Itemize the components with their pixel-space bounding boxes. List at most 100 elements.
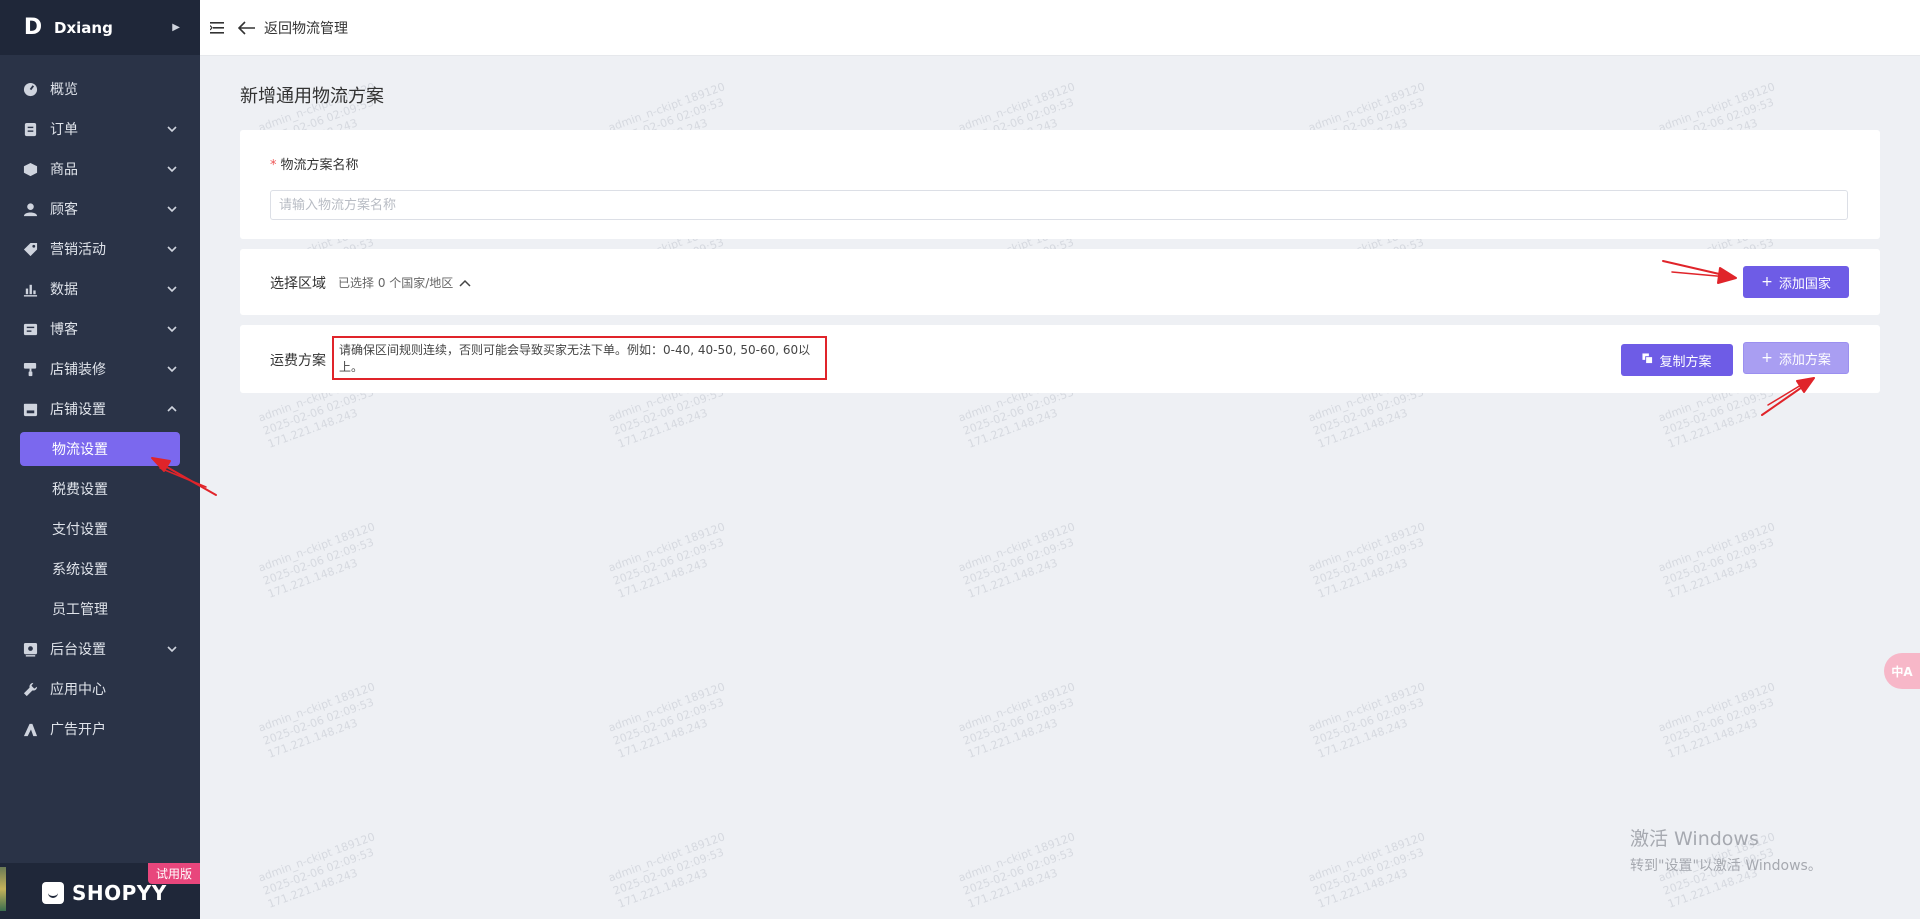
sidebar-item-overview[interactable]: 概览 (0, 69, 200, 109)
customers-icon (22, 201, 38, 217)
watermark-line: 171.221.148.243 (1666, 556, 1760, 601)
sidebar-item-store-settings[interactable]: 店铺设置 (0, 389, 200, 429)
watermark-line: admin_n-ckipt 189120 (606, 520, 727, 575)
sidebar-item-label: 广告开户 (50, 722, 106, 738)
watermark-line: 171.221.148.243 (1316, 556, 1410, 601)
side-strip (0, 867, 6, 911)
watermark-line: 2025-02-06 02:09:53 (611, 535, 726, 588)
sidebar-item-admin-settings[interactable]: 后台设置 (0, 629, 200, 669)
watermark-line: 171.221.148.243 (616, 556, 710, 601)
sidebar-sub-logistics[interactable]: 物流设置 (20, 432, 180, 466)
add-country-label: 添加国家 (1778, 276, 1831, 292)
watermark-line: admin_n-ckipt 189120 (956, 680, 1077, 735)
sidebar-nav: 概览 订单 商品 顾客 营销活动 数据 博客 店铺装修 店铺设置 物流设置 税费… (0, 55, 200, 749)
watermark-line: 171.221.148.243 (966, 716, 1060, 761)
scheme-name-label-text: 物流方案名称 (280, 158, 359, 173)
watermark-line: admin_n-ckipt 189120 (256, 830, 377, 885)
sidebar-item-decoration[interactable]: 店铺装修 (0, 349, 200, 389)
sidebar-sub-payment[interactable]: 支付设置 (0, 509, 200, 549)
sidebar-sub-staff[interactable]: 员工管理 (0, 589, 200, 629)
sidebar-item-label: 概览 (50, 82, 78, 98)
chevron-down-icon (166, 203, 178, 215)
translate-button[interactable]: 中A (1884, 653, 1920, 689)
watermark-line: 171.221.148.243 (616, 866, 710, 911)
decoration-icon (22, 361, 38, 377)
required-star: * (270, 158, 277, 173)
store-name: Dxiang (54, 18, 113, 37)
sidebar-item-marketing[interactable]: 营销活动 (0, 229, 200, 269)
watermark-text: admin_n-ckipt 1891202025-02-06 02:09:531… (957, 680, 1087, 762)
watermark-line: admin_n-ckipt 189120 (1656, 680, 1777, 735)
sidebar-item-data[interactable]: 数据 (0, 269, 200, 309)
watermark-line: 171.221.148.243 (266, 556, 360, 601)
wrench-icon (22, 681, 38, 697)
watermark-line: 2025-02-06 02:09:53 (961, 535, 1076, 588)
watermark-line: admin_n-ckipt 189120 (956, 830, 1077, 885)
watermark-line: 2025-02-06 02:09:53 (261, 845, 376, 898)
watermark-line: 171.221.148.243 (966, 866, 1060, 911)
watermark-text: admin_n-ckipt 1891202025-02-06 02:09:531… (1657, 520, 1787, 602)
watermark-line: 2025-02-06 02:09:53 (961, 695, 1076, 748)
sidebar-item-label: 数据 (50, 282, 78, 298)
sidebar-item-blog[interactable]: 博客 (0, 309, 200, 349)
add-country-button[interactable]: + 添加国家 (1743, 266, 1849, 298)
watermark-text: admin_n-ckipt 1891202025-02-06 02:09:531… (607, 680, 737, 762)
sidebar-sub-system[interactable]: 系统设置 (0, 549, 200, 589)
watermark-line: 2025-02-06 02:09:53 (261, 695, 376, 748)
chevron-right-icon: ▶ (172, 22, 180, 33)
add-plan-button[interactable]: + 添加方案 (1743, 342, 1849, 374)
plus-icon: + (1761, 350, 1773, 366)
watermark-text: admin_n-ckipt 1891202025-02-06 02:09:531… (257, 830, 387, 912)
sidebar-sub-tax[interactable]: 税费设置 (0, 469, 200, 509)
watermark-line: 2025-02-06 02:09:53 (1661, 695, 1776, 748)
sidebar-item-label: 订单 (50, 122, 78, 138)
watermark-line: admin_n-ckipt 189120 (1656, 520, 1777, 575)
watermark-line: 2025-02-06 02:09:53 (1311, 695, 1426, 748)
shipping-plan-label: 运费方案 (270, 353, 326, 369)
arrow-left-icon (238, 20, 255, 35)
watermark-line: admin_n-ckipt 189120 (1656, 80, 1777, 135)
sidebar-item-ads[interactable]: 广告开户 (0, 709, 200, 749)
shopyy-logo-text: SHOPYY (72, 881, 167, 905)
watermark-line: admin_n-ckipt 189120 (956, 520, 1077, 575)
watermark-text: admin_n-ckipt 1891202025-02-06 02:09:531… (1307, 830, 1437, 912)
orders-icon (22, 121, 38, 137)
copy-plan-label: 复制方案 (1659, 354, 1712, 370)
watermark-line: admin_n-ckipt 189120 (956, 80, 1077, 135)
scheme-name-input[interactable] (270, 190, 1848, 220)
watermark-text: admin_n-ckipt 1891202025-02-06 02:09:531… (607, 830, 737, 912)
sidebar-item-label: 营销活动 (50, 242, 106, 258)
chevron-down-icon (166, 363, 178, 375)
watermark-line: 171.221.148.243 (966, 556, 1060, 601)
watermark-line: 2025-02-06 02:09:53 (961, 845, 1076, 898)
sidebar-item-app-center[interactable]: 应用中心 (0, 669, 200, 709)
watermark-line: 171.221.148.243 (266, 866, 360, 911)
region-count-text: 已选择 0 个国家/地区 (338, 276, 454, 290)
watermark-line: admin_n-ckipt 189120 (606, 80, 727, 135)
sidebar-item-label: 店铺装修 (50, 362, 106, 378)
store-switcher[interactable]: D Dxiang ▶ (0, 0, 200, 55)
watermark-text: admin_n-ckipt 1891202025-02-06 02:09:531… (607, 520, 737, 602)
shopyy-logo: SHOPYY (42, 881, 167, 905)
watermark-line: 171.221.148.243 (616, 406, 710, 451)
chevron-down-icon (166, 243, 178, 255)
back-to-logistics-link[interactable]: 返回物流管理 (238, 18, 348, 38)
watermark-line: 171.221.148.243 (1666, 406, 1760, 451)
sidebar-item-customers[interactable]: 顾客 (0, 189, 200, 229)
sidebar-item-products[interactable]: 商品 (0, 149, 200, 189)
watermark-line: 2025-02-06 02:09:53 (261, 535, 376, 588)
watermark-text: admin_n-ckipt 1891202025-02-06 02:09:531… (257, 520, 387, 602)
watermark-line: 2025-02-06 02:09:53 (1311, 535, 1426, 588)
shopping-bag-icon (42, 882, 64, 904)
watermark-line: 171.221.148.243 (1316, 866, 1410, 911)
watermark-line: admin_n-ckipt 189120 (1306, 680, 1427, 735)
top-bar: 返回物流管理 (200, 0, 1920, 56)
back-link-label: 返回物流管理 (264, 20, 348, 37)
copy-plan-button[interactable]: 复制方案 (1621, 344, 1733, 376)
menu-collapse-icon[interactable] (210, 21, 226, 35)
region-count-toggle[interactable]: 已选择 0 个国家/地区 (338, 274, 471, 291)
blog-icon (22, 321, 38, 337)
chevron-up-icon (166, 403, 178, 415)
windows-activation-hint: 转到"设置"以激活 Windows。 (1630, 858, 1822, 874)
sidebar-item-orders[interactable]: 订单 (0, 109, 200, 149)
